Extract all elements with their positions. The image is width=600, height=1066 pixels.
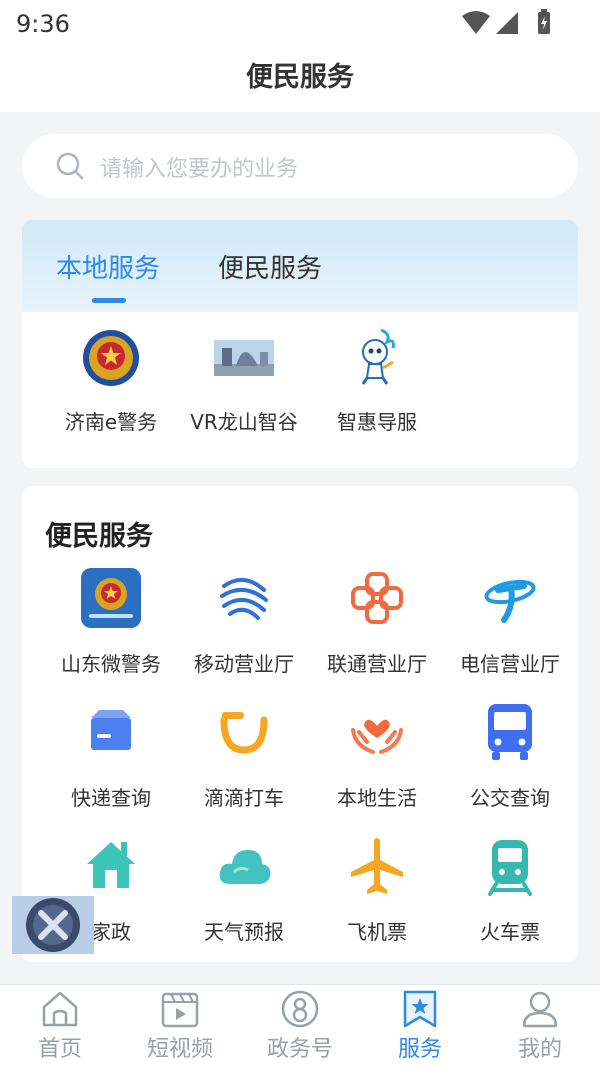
- china-unicom-icon: [351, 572, 403, 624]
- nav-short-video[interactable]: 短视频: [120, 985, 240, 1066]
- status-time: 9:36: [16, 10, 70, 38]
- service-local-life[interactable]: 本地生活: [310, 702, 444, 812]
- close-icon: [26, 898, 80, 952]
- nav-profile[interactable]: 我的: [480, 985, 600, 1066]
- nav-home[interactable]: 首页: [0, 985, 120, 1066]
- airplane-icon: [351, 838, 403, 894]
- service-label: 滴滴打车: [204, 786, 284, 810]
- local-item-label: 济南e警务: [64, 410, 158, 434]
- local-services-card: 本地服务 便民服务 济南e警务 VR龙山智谷 智惠导服: [22, 220, 578, 468]
- nav-label: 短视频: [146, 1037, 213, 1062]
- local-item-smart-guide[interactable]: 智惠导服: [310, 328, 444, 448]
- house-icon: [87, 842, 135, 888]
- mascot-icon: [361, 328, 395, 385]
- service-label: 联通营业厅: [327, 652, 427, 676]
- active-tab-indicator: [92, 298, 126, 303]
- nav-gov-account[interactable]: 政务号: [240, 985, 360, 1066]
- train-icon: [488, 840, 532, 896]
- nav-services[interactable]: 服务: [360, 985, 480, 1066]
- section-title: 便民服务: [45, 521, 153, 552]
- service-flight-tickets[interactable]: 飞机票: [310, 836, 444, 946]
- profile-icon: [522, 991, 558, 1028]
- wifi-icon: [462, 11, 490, 34]
- local-item-label: 智惠导服: [337, 410, 417, 434]
- bus-icon: [488, 704, 532, 760]
- service-label: 本地生活: [337, 786, 417, 810]
- nav-label: 首页: [37, 1037, 82, 1062]
- service-train-tickets[interactable]: 火车票: [443, 836, 577, 946]
- police-badge-icon: [83, 330, 139, 386]
- service-china-mobile[interactable]: 移动营业厅: [177, 568, 311, 678]
- service-china-unicom[interactable]: 联通营业厅: [310, 568, 444, 678]
- service-label: 火车票: [480, 920, 540, 944]
- local-item-jinan-police[interactable]: 济南e警务: [44, 328, 178, 448]
- local-item-vr-longshan[interactable]: VR龙山智谷: [177, 328, 311, 448]
- service-label: 电信营业厅: [460, 652, 560, 676]
- video-icon: [161, 992, 199, 1028]
- china-telecom-icon: [484, 579, 536, 623]
- nav-label: 我的: [517, 1037, 562, 1062]
- battery-icon: [538, 9, 550, 34]
- search-area: 请输入您要办的业务: [0, 112, 600, 198]
- service-bus-query[interactable]: 公交查询: [443, 702, 577, 812]
- signal-icon: [496, 12, 518, 34]
- police-app-icon: [81, 568, 141, 628]
- didi-icon: [220, 712, 268, 754]
- tab-bar: 本地服务 便民服务: [22, 220, 578, 312]
- service-bookmark-icon: [403, 990, 437, 1028]
- app-header: 便民服务: [0, 48, 600, 112]
- nav-label: 服务: [397, 1037, 442, 1062]
- floating-close-button[interactable]: [12, 896, 94, 954]
- service-didi[interactable]: 滴滴打车: [177, 702, 311, 812]
- service-weather[interactable]: 天气预报: [177, 836, 311, 946]
- service-label: 移动营业厅: [194, 652, 294, 676]
- service-label: 山东微警务: [61, 652, 161, 676]
- service-label: 飞机票: [347, 920, 407, 944]
- service-label: 公交查询: [470, 786, 550, 810]
- search-placeholder: 请输入您要办的业务: [100, 157, 299, 182]
- search-input[interactable]: 请输入您要办的业务: [22, 134, 578, 198]
- local-item-label: VR龙山智谷: [190, 410, 298, 434]
- service-shandong-police[interactable]: 山东微警务: [44, 568, 178, 678]
- home-icon: [42, 991, 78, 1027]
- service-label: 天气预报: [204, 920, 284, 944]
- search-icon: [56, 152, 84, 180]
- tab-local-services[interactable]: 本地服务: [56, 248, 160, 285]
- gov-account-icon: [281, 990, 319, 1028]
- nav-label: 政务号: [266, 1037, 333, 1062]
- service-express-query[interactable]: 快递查询: [44, 702, 178, 812]
- page-title: 便民服务: [246, 62, 354, 93]
- convenience-services-card: 便民服务 山东微警务 移动营业厅 联通营业厅 电信营业厅 快递查询 滴滴打车 本…: [22, 486, 578, 962]
- status-bar: 9:36: [0, 0, 600, 48]
- heart-hands-icon: [351, 719, 403, 754]
- cloud-icon: [219, 850, 271, 884]
- building-photo-icon: [214, 340, 274, 376]
- tab-convenience-services[interactable]: 便民服务: [218, 248, 322, 285]
- bottom-nav: 首页 短视频 政务号 服务 我的: [0, 984, 600, 1066]
- status-icons: [462, 9, 550, 34]
- parcel-icon: [91, 710, 131, 750]
- service-label: 快递查询: [71, 786, 151, 810]
- service-china-telecom[interactable]: 电信营业厅: [443, 568, 577, 678]
- china-mobile-icon: [220, 578, 268, 620]
